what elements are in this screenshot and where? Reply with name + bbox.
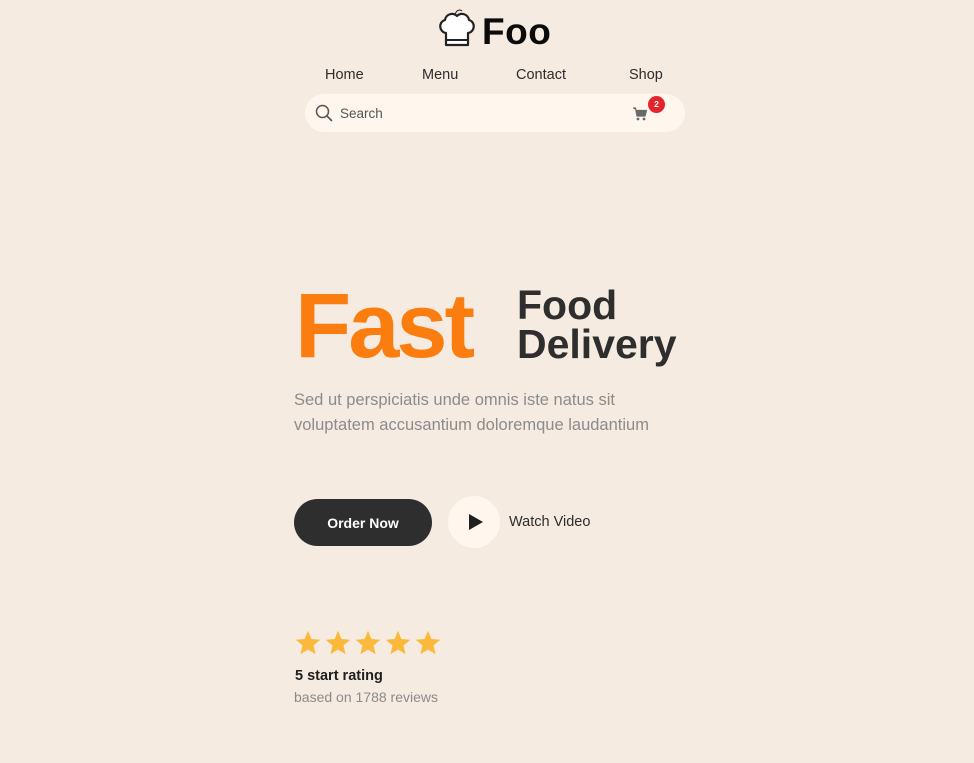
rating-title: 5 start rating [295, 668, 383, 684]
watch-video-link[interactable]: Watch Video [509, 513, 590, 531]
cart-count-badge: 2 [648, 96, 665, 113]
cart-button[interactable]: 2 [632, 96, 665, 123]
order-now-button[interactable]: Order Now [294, 499, 432, 546]
brand[interactable]: Foo [436, 8, 551, 52]
star-icon [295, 630, 321, 655]
main-nav: Home Menu Contact Shop [0, 66, 974, 86]
nav-item-shop[interactable]: Shop [629, 66, 663, 84]
search-input[interactable] [340, 102, 600, 124]
page: Foo Home Menu Contact Shop 2 Fast Food D… [0, 0, 974, 763]
hero-description: Sed ut perspiciatis unde omnis iste natu… [294, 391, 649, 434]
hero-title-line1: Food [517, 282, 618, 328]
shopping-cart-icon [633, 107, 648, 121]
brand-name: Foo [482, 10, 552, 52]
nav-item-home[interactable]: Home [325, 66, 364, 84]
play-icon [469, 514, 483, 530]
star-icon [355, 630, 381, 655]
hero-title-line2: Delivery [517, 321, 677, 367]
search-icon [315, 104, 333, 122]
star-icon [325, 630, 351, 655]
hero-title-highlight: Fast [295, 275, 475, 377]
star-icon [415, 630, 441, 655]
star-icon [385, 630, 411, 655]
play-video-button[interactable] [448, 496, 500, 548]
nav-item-contact[interactable]: Contact [516, 66, 566, 84]
rating-subtitle: based on 1788 reviews [294, 689, 438, 705]
star-rating [294, 628, 442, 660]
nav-item-menu[interactable]: Menu [422, 66, 458, 84]
search-bar: 2 [305, 94, 685, 132]
chef-hat-icon [439, 9, 475, 47]
